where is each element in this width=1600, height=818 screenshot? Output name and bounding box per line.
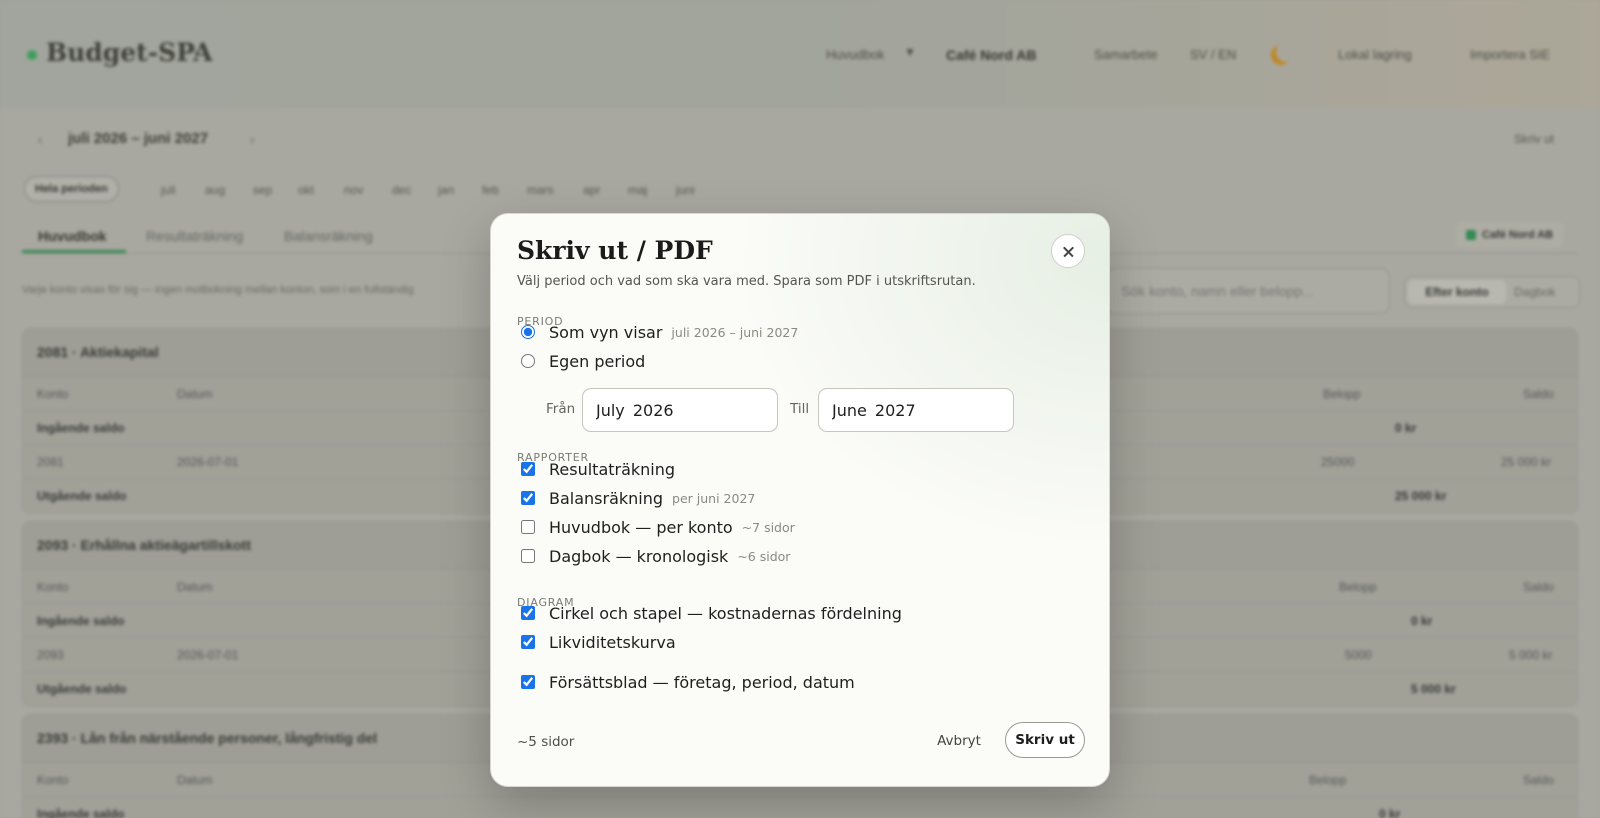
report-label: Resultaträkning xyxy=(549,459,676,479)
period-radio-view[interactable] xyxy=(521,325,535,339)
chart-checkbox[interactable] xyxy=(521,635,535,649)
report-checkbox[interactable] xyxy=(521,549,535,563)
print-button[interactable]: Skriv ut xyxy=(1005,722,1085,758)
period-option-view[interactable]: Som vyn visar juli 2026 – juni 2027 xyxy=(521,320,798,344)
to-month-field[interactable] xyxy=(818,388,1014,432)
close-button[interactable] xyxy=(1051,234,1085,268)
chart-checkbox[interactable] xyxy=(521,606,535,620)
report-checkbox[interactable] xyxy=(521,491,535,505)
cover-page-option[interactable]: Försättsblad — företag, period, datum xyxy=(521,670,855,694)
report-journal[interactable]: Dagbok — kronologisk ~6 sidor xyxy=(521,544,790,568)
report-note: per juni 2027 xyxy=(672,490,756,506)
from-month-field[interactable] xyxy=(582,388,778,432)
dialog-title: Skriv ut / PDF xyxy=(517,236,713,265)
report-label: Dagbok — kronologisk xyxy=(549,546,729,566)
cover-label: Försättsblad — företag, period, datum xyxy=(549,672,855,692)
to-label: Till xyxy=(790,401,810,417)
report-label: Balansräkning xyxy=(549,488,664,508)
chart-label: Likviditetskurva xyxy=(549,632,676,652)
period-option-label: Som vyn visar xyxy=(549,322,663,342)
report-checkbox[interactable] xyxy=(521,462,535,476)
report-label: Huvudbok — per konto xyxy=(549,517,733,537)
period-option-note: juli 2026 – juni 2027 xyxy=(671,324,799,340)
page-count: ~5 sidor xyxy=(517,734,575,750)
report-income-statement[interactable]: Resultaträkning xyxy=(521,457,675,481)
chart-cost-distribution[interactable]: Cirkel och stapel — kostnadernas fördeln… xyxy=(521,601,902,625)
period-radio-custom[interactable] xyxy=(521,354,535,368)
report-ledger[interactable]: Huvudbok — per konto ~7 sidor xyxy=(521,515,795,539)
report-checkbox[interactable] xyxy=(521,520,535,534)
dialog-subtitle: Välj period och vad som ska vara med. Sp… xyxy=(517,274,976,289)
from-label: Från xyxy=(546,401,576,417)
report-balance-sheet[interactable]: Balansräkning per juni 2027 xyxy=(521,486,755,510)
report-note: ~6 sidor xyxy=(737,548,791,564)
cover-checkbox[interactable] xyxy=(521,675,535,689)
report-note: ~7 sidor xyxy=(741,519,795,535)
print-dialog: Skriv ut / PDF Välj period och vad som s… xyxy=(490,213,1110,787)
period-option-custom[interactable]: Egen period xyxy=(521,349,645,373)
period-option-label: Egen period xyxy=(549,351,646,371)
chart-label: Cirkel och stapel — kostnadernas fördeln… xyxy=(549,603,902,623)
cancel-button[interactable]: Avbryt xyxy=(919,724,999,758)
chart-liquidity[interactable]: Likviditetskurva xyxy=(521,630,676,654)
